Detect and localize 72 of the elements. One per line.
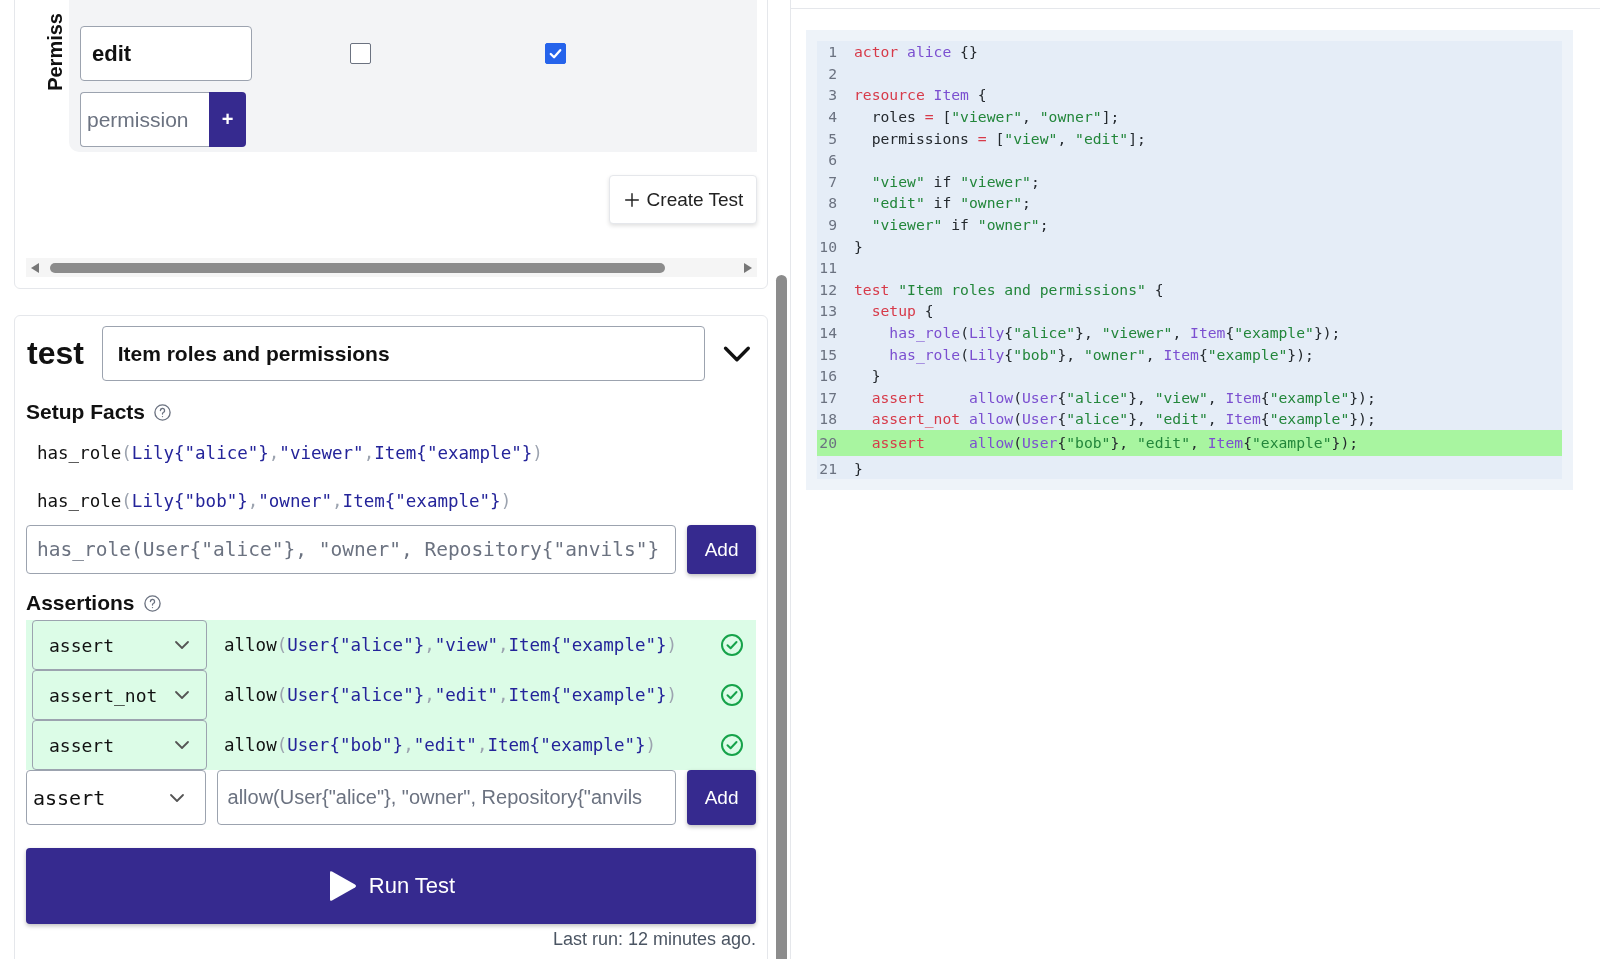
fact-expression: has_role(Lily{"alice"},"viewer",Item{"example"}) xyxy=(36,442,544,465)
code-line: assert allow(User{"bob"}, "edit", Item{"example"}); xyxy=(870,434,1359,452)
code-line: roles = ["viewer", "owner"]; xyxy=(870,108,1120,126)
code-line: } xyxy=(854,237,863,255)
line-number: 3 xyxy=(827,86,837,104)
line-number: 9 xyxy=(827,216,837,234)
test-label: test xyxy=(26,335,85,372)
code-line: assert_not allow(User{"alice"}, "edit", Item{"example"}); xyxy=(870,410,1376,428)
code-line: actor alice {} xyxy=(854,43,978,61)
line-number: 6 xyxy=(827,151,837,169)
line-number: 10 xyxy=(818,237,837,255)
line-number: 4 xyxy=(827,108,837,126)
checkbox[interactable] xyxy=(545,43,566,64)
line-number: 2 xyxy=(827,64,837,82)
line-number: 12 xyxy=(818,280,837,298)
test-name-field[interactable]: Item roles and permissions xyxy=(101,326,706,381)
check-circle-icon xyxy=(720,733,744,757)
assertion-type-select[interactable]: assert xyxy=(26,770,206,825)
line-number: 21 xyxy=(818,460,837,477)
code-line: has_role(Lily{"alice"}, "viewer", Item{"example"}); xyxy=(888,324,1341,341)
line-number: 5 xyxy=(827,129,837,147)
line-number: 13 xyxy=(818,302,837,320)
code-line: "view" if "viewer"; xyxy=(870,172,1040,190)
scroll-right-icon[interactable] xyxy=(743,261,753,274)
run-test-button[interactable]: Run Test xyxy=(26,848,756,924)
permission-field[interactable]: edit xyxy=(80,26,252,81)
line-number: 17 xyxy=(818,388,837,406)
code-line: } xyxy=(854,460,863,477)
assertion-expression: allow(User{"alice"},"view",Item{"example"}) xyxy=(224,635,679,655)
check-circle-icon xyxy=(720,633,744,657)
code-line: } xyxy=(870,367,881,385)
code-line: "edit" if "owner"; xyxy=(870,194,1031,212)
line-number: 11 xyxy=(818,259,837,277)
fact-expression: has_role(Lily{"bob"},"owner",Item{"example"}) xyxy=(36,490,513,513)
create-test-button[interactable]: Create Test xyxy=(609,175,757,224)
check-circle-icon xyxy=(720,683,744,707)
assertion-input[interactable]: allow(User{"alice"}, "owner", Repository{"anvils xyxy=(216,770,677,825)
assertion-expression: allow(User{"alice"},"edit",Item{"example"}) xyxy=(224,685,679,705)
assertion-type-select[interactable]: assert xyxy=(32,620,207,670)
assertion-type-select[interactable]: assert xyxy=(32,720,207,770)
scrollbar[interactable] xyxy=(26,258,757,277)
checkbox[interactable] xyxy=(350,43,371,64)
line-number: 8 xyxy=(827,194,837,212)
last-run-text: Last run: 12 minutes ago. xyxy=(551,929,756,950)
section-title: Assertions xyxy=(26,591,135,615)
help-icon xyxy=(153,402,173,422)
code-line: assert allow(User{"alice"}, "view", Item{"example"}); xyxy=(870,388,1376,406)
line-number: 14 xyxy=(818,324,837,341)
plus-icon xyxy=(622,190,641,209)
add-button[interactable]: + xyxy=(209,92,246,147)
code-line: resource Item { xyxy=(854,86,987,104)
section-label: Permiss xyxy=(45,13,65,91)
add-button[interactable]: Add xyxy=(687,525,756,574)
line-number: 15 xyxy=(818,345,837,363)
add-button[interactable]: Add xyxy=(687,770,756,825)
section-title: Setup Facts xyxy=(26,400,146,424)
scroll-left-icon[interactable] xyxy=(30,261,40,274)
assertion-type-select[interactable]: assert_not xyxy=(32,670,207,720)
help-icon xyxy=(142,593,162,613)
fact-input[interactable]: has_role(User{"alice"}, "owner", Repository{"anvils"} xyxy=(26,525,677,574)
permission-input[interactable]: permission xyxy=(80,92,209,147)
code-line: test "Item roles and permissions" { xyxy=(854,280,1164,298)
line-number: 20 xyxy=(818,434,837,452)
line-number: 16 xyxy=(818,367,837,385)
code-line: permissions = ["view", "edit"]; xyxy=(870,129,1146,147)
line-number: 18 xyxy=(818,410,837,428)
assertion-expression: allow(User{"bob"},"edit",Item{"example"}) xyxy=(224,735,658,755)
code-line: has_role(Lily{"bob"}, "owner", Item{"example"}); xyxy=(888,345,1314,363)
line-number: 1 xyxy=(827,43,837,61)
line-number: 7 xyxy=(827,172,837,190)
code-line: "viewer" if "owner"; xyxy=(870,216,1049,234)
code-line: setup { xyxy=(870,302,934,320)
